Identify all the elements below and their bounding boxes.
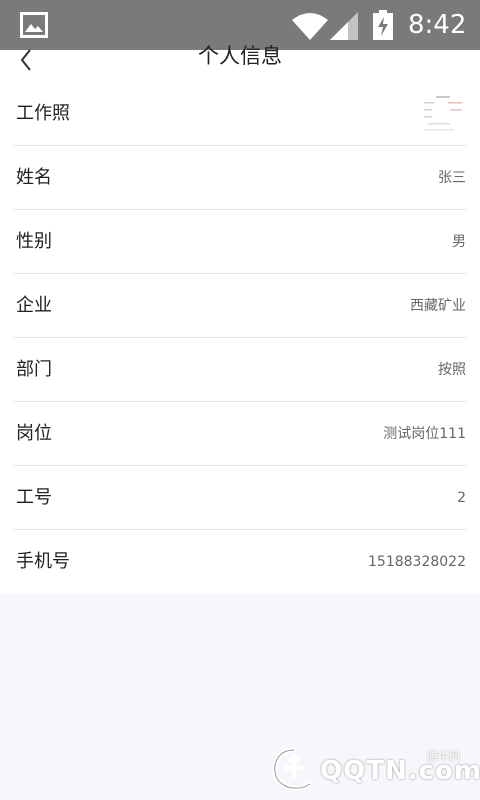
row-label: 性别: [16, 231, 52, 252]
wifi-icon: [292, 13, 328, 40]
row-department: 部门 按照: [14, 338, 466, 402]
battery-charging-icon: [373, 10, 393, 40]
gallery-icon: [20, 12, 48, 38]
row-company: 企业 西藏矿业: [14, 274, 466, 338]
row-value: 按照: [438, 362, 466, 378]
row-employee-id: 工号 2: [14, 466, 466, 530]
row-label: 部门: [16, 359, 52, 380]
row-value: 男: [452, 234, 466, 250]
row-value: 2: [457, 490, 466, 506]
row-label: 企业: [16, 295, 52, 316]
row-value: 测试岗位111: [383, 426, 466, 442]
row-label: 工号: [16, 487, 52, 508]
watermark-logo-icon: [272, 747, 313, 791]
signal-icon: [330, 12, 358, 40]
row-gender: 性别 男: [14, 210, 466, 274]
row-phone: 手机号 15188328022: [14, 530, 466, 594]
row-value: 15188328022: [368, 554, 466, 570]
profile-info-list: 工作照 姓名 张三 性别 男 企业 西藏矿业 部门 按照 岗位 测试岗位111 …: [0, 82, 480, 594]
status-time: 8:42: [408, 10, 467, 40]
row-label: 姓名: [16, 167, 52, 188]
row-label: 岗位: [16, 423, 52, 444]
row-label: 手机号: [16, 551, 70, 572]
watermark-big-text: QQTN.com: [320, 756, 480, 786]
site-watermark: 腾牛网 QQTN.com: [268, 744, 480, 796]
row-name: 姓名 张三: [14, 146, 466, 210]
page-title: 个人信息: [198, 44, 282, 68]
nav-bar: 个人信息: [0, 44, 480, 82]
row-value: 西藏矿业: [410, 298, 466, 314]
work-photo-thumbnail[interactable]: [418, 92, 466, 136]
row-label: 工作照: [16, 103, 70, 124]
row-position: 岗位 测试岗位111: [14, 402, 466, 466]
row-value: 张三: [438, 170, 466, 186]
row-work-photo[interactable]: 工作照: [14, 82, 466, 146]
